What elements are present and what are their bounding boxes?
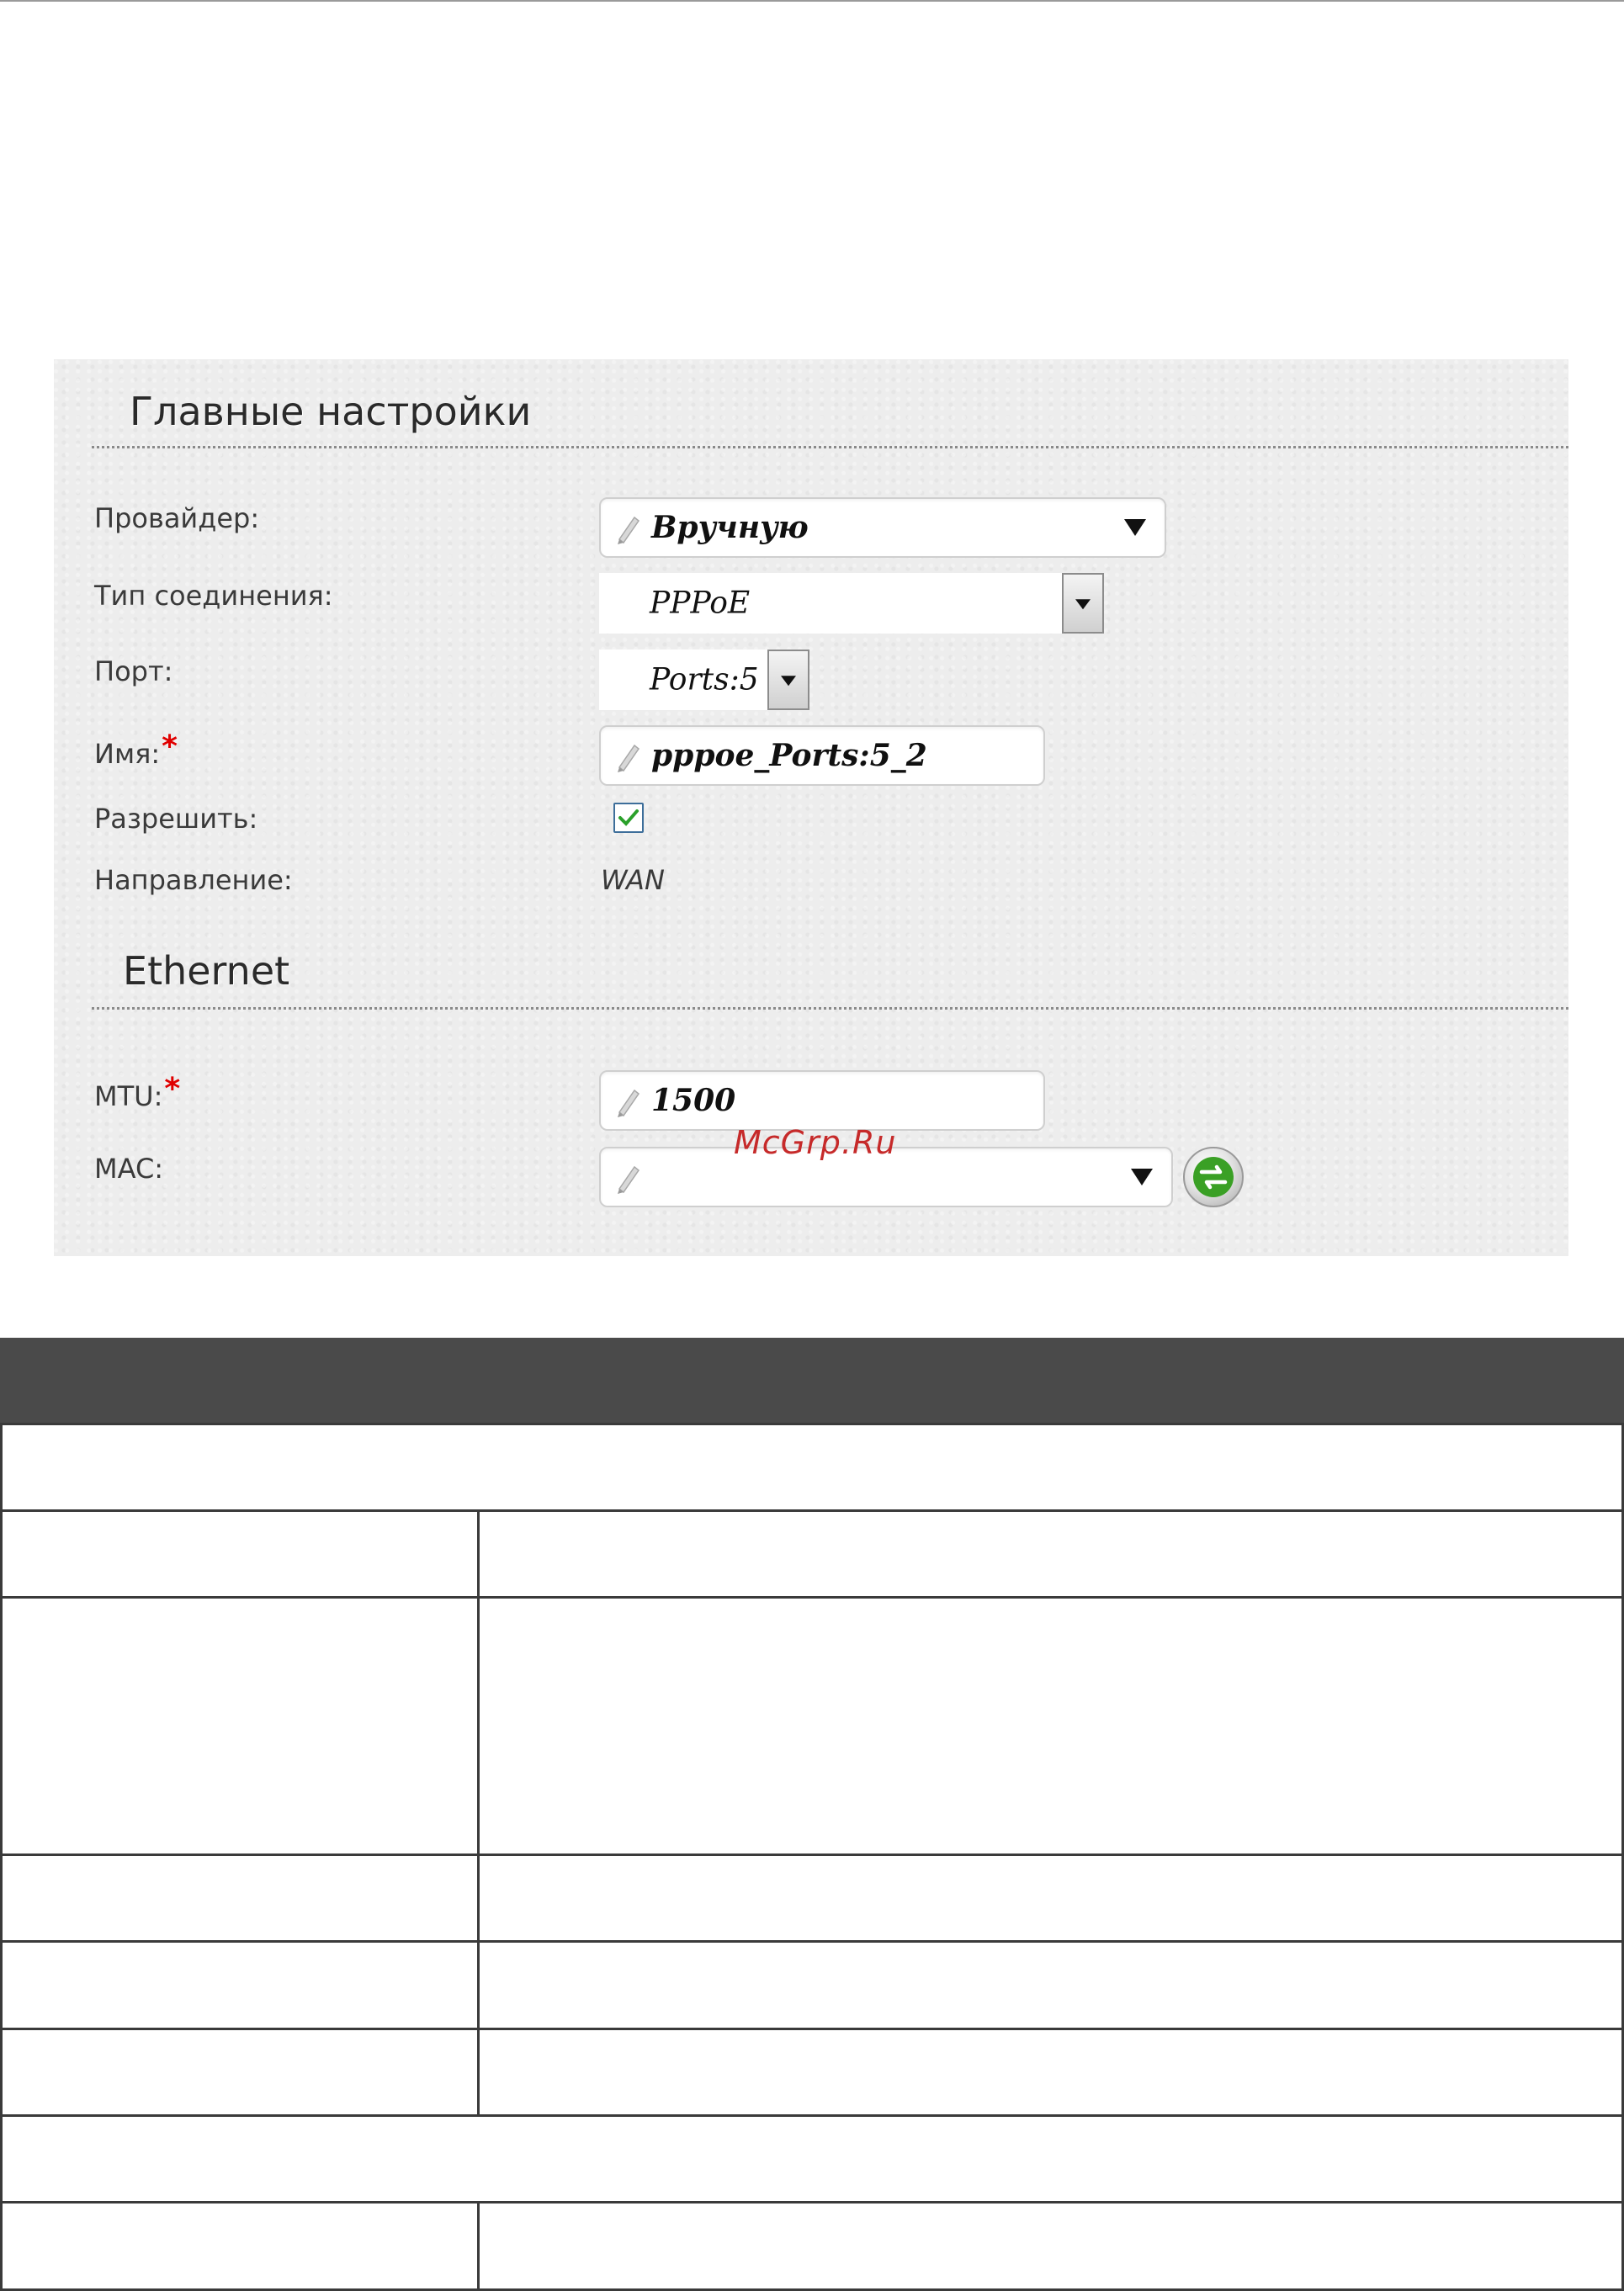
main-settings-title: Главные настройки	[130, 389, 532, 434]
mac-label: MAC:	[94, 1153, 164, 1185]
name-value: pppoe_Ports:5_2	[651, 738, 927, 773]
table-desc-cell	[477, 2201, 1624, 2291]
section-divider	[92, 1007, 1568, 1010]
enable-label: Разрешить:	[94, 803, 258, 835]
mtu-value: 1500	[651, 1083, 736, 1118]
table-desc-cell	[477, 1940, 1624, 2030]
ethernet-title: Ethernet	[123, 948, 290, 994]
table-section-row	[0, 2114, 1624, 2203]
direction-label: Направление:	[94, 864, 293, 896]
pencil-icon	[618, 1165, 640, 1194]
table-param-cell	[0, 1853, 480, 1943]
name-label: Имя:*	[94, 729, 178, 770]
table-param-cell	[0, 1509, 480, 1599]
watermark: McGrp.Ru	[734, 1124, 897, 1161]
connection-type-value: PPPoE	[650, 586, 751, 621]
pencil-icon	[618, 516, 640, 544]
provider-select[interactable]: Вручную	[599, 497, 1166, 558]
required-marker: *	[164, 1072, 181, 1106]
table-param-cell	[0, 2028, 480, 2117]
mtu-input[interactable]: 1500	[599, 1070, 1045, 1131]
table-param-cell	[0, 1940, 480, 2030]
settings-panel: Главные настройки Провайдер: Вручную Тип…	[54, 359, 1568, 1256]
mtu-label: MTU:*	[94, 1072, 181, 1112]
direction-value: WAN	[601, 864, 665, 896]
pencil-icon	[618, 1089, 640, 1117]
connection-type-dropdown-button[interactable]	[1062, 573, 1104, 634]
table-header	[0, 1338, 1624, 1425]
checkmark-icon	[618, 809, 639, 826]
table-section-row	[0, 1423, 1624, 1512]
connection-type-select[interactable]: PPPoE	[599, 573, 1104, 634]
mac-refresh-button[interactable]	[1183, 1147, 1244, 1207]
port-label: Порт:	[94, 655, 173, 687]
name-input[interactable]: pppoe_Ports:5_2	[599, 725, 1045, 786]
table-desc-cell	[477, 1596, 1624, 1856]
dropdown-arrow-icon	[1124, 519, 1146, 536]
top-rule	[0, 0, 1624, 2]
chevron-down-icon	[781, 676, 796, 687]
table-desc-cell	[477, 1853, 1624, 1943]
enable-checkbox[interactable]	[613, 803, 644, 833]
required-marker: *	[162, 729, 178, 764]
provider-value: Вручную	[651, 510, 809, 545]
dropdown-arrow-icon	[1131, 1169, 1153, 1185]
section-divider	[92, 446, 1568, 448]
pencil-icon	[618, 744, 640, 772]
connection-type-label: Тип соединения:	[94, 580, 333, 612]
port-select[interactable]: Ports:5	[599, 650, 809, 710]
table-desc-cell	[477, 2028, 1624, 2117]
table-param-cell	[0, 2201, 480, 2291]
refresh-arrows-icon	[1193, 1157, 1234, 1197]
port-value: Ports:5	[650, 662, 759, 697]
port-dropdown-button[interactable]	[767, 650, 809, 710]
table-param-cell	[0, 1596, 480, 1856]
chevron-down-icon	[1075, 599, 1091, 610]
table-desc-cell	[477, 1509, 1624, 1599]
provider-label: Провайдер:	[94, 502, 260, 534]
